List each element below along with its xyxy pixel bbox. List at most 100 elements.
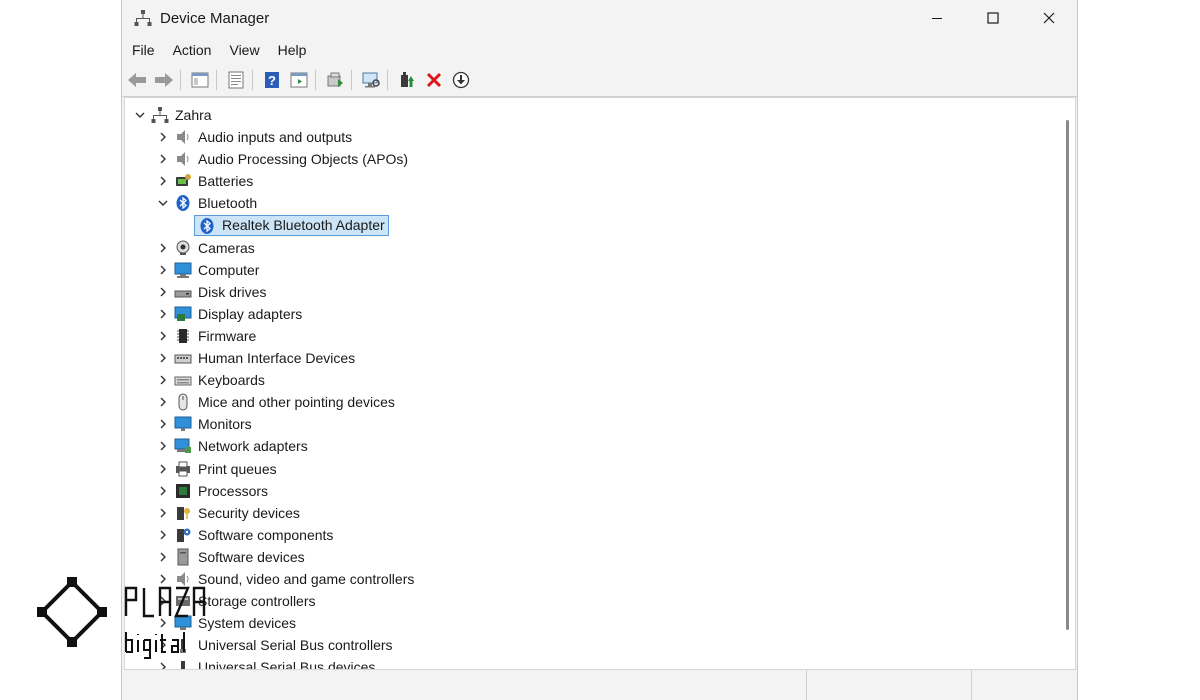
menu-help[interactable]: Help [270, 36, 315, 64]
toolbar-separator [252, 70, 253, 90]
tree-category-row[interactable]: Security devices [125, 502, 414, 524]
back-arrow-icon [128, 73, 146, 87]
tree-device-row[interactable]: Realtek Bluetooth Adapter [125, 214, 414, 237]
network-adapter-icon [174, 437, 192, 455]
expand-icon[interactable] [156, 550, 170, 564]
tree-category-row[interactable]: Print queues [125, 458, 414, 480]
download-driver-button[interactable] [449, 68, 473, 92]
expand-icon[interactable] [156, 241, 170, 255]
tree-category-label: Print queues [198, 460, 277, 477]
tree-category-row[interactable]: Audio inputs and outputs [125, 126, 414, 148]
selected-device-label[interactable]: Realtek Bluetooth Adapter [194, 214, 389, 237]
tree-category-row[interactable]: Software components [125, 524, 414, 546]
tree-category-row[interactable]: Disk drives [125, 281, 414, 303]
show-hide-console-tree-icon [191, 72, 209, 88]
tree-category-label: Keyboards [198, 372, 265, 389]
device-manager-app-icon [134, 10, 152, 26]
tree-category-label: Bluetooth [198, 195, 258, 212]
expand-icon[interactable] [156, 528, 170, 542]
tree-category-row[interactable]: Batteries [125, 170, 414, 192]
tree-category-label: Audio inputs and outputs [198, 129, 353, 146]
tree-category-label: Network adapters [198, 438, 308, 455]
close-button[interactable] [1021, 0, 1077, 36]
expand-icon[interactable] [156, 351, 170, 365]
tree-category-row[interactable]: Bluetooth [125, 192, 414, 214]
collapse-icon[interactable] [133, 108, 147, 122]
expand-icon[interactable] [156, 174, 170, 188]
expand-icon[interactable] [156, 373, 170, 387]
tree-category-label: Cameras [198, 239, 255, 256]
download-driver-icon [452, 71, 470, 89]
monitor-icon [174, 415, 192, 433]
toolbar-separator [351, 70, 352, 90]
update-driver-button[interactable] [323, 68, 347, 92]
back-button[interactable] [125, 68, 149, 92]
status-bar [122, 670, 1077, 700]
mouse-icon [174, 393, 192, 411]
display-adapter-icon [174, 305, 192, 323]
vertical-scrollbar[interactable] [1066, 120, 1069, 630]
title-bar[interactable]: Device Manager [122, 0, 1077, 36]
collapse-icon[interactable] [156, 196, 170, 210]
properties-button[interactable] [224, 68, 248, 92]
expand-icon[interactable] [156, 263, 170, 277]
expand-icon[interactable] [156, 307, 170, 321]
tree-category-row[interactable]: Keyboards [125, 369, 414, 391]
tree-category-row[interactable]: Computer [125, 259, 414, 281]
tree-root-label: Zahra [175, 107, 212, 124]
uninstall-device-icon [426, 72, 442, 88]
software-component-icon [174, 526, 192, 544]
enable-device-button[interactable] [395, 68, 419, 92]
tree-category-row[interactable]: Display adapters [125, 303, 414, 325]
tree-category-row[interactable]: Monitors [125, 413, 414, 435]
scan-hardware-changes-button[interactable] [359, 68, 383, 92]
tree-category-row[interactable]: Cameras [125, 237, 414, 259]
printer-icon [174, 460, 192, 478]
action-pane-icon [290, 72, 308, 88]
disk-drive-icon [174, 283, 192, 301]
show-hide-console-tree-button[interactable] [188, 68, 212, 92]
expand-icon[interactable] [156, 484, 170, 498]
close-icon [1043, 12, 1055, 24]
tree-category-row[interactable]: Software devices [125, 546, 414, 568]
toolbar-separator [387, 70, 388, 90]
tree-category-row[interactable]: Network adapters [125, 435, 414, 457]
tree-category-row[interactable]: Processors [125, 480, 414, 502]
device-manager-window: Device Manager File Action View Help ? Z… [121, 0, 1078, 700]
expand-icon[interactable] [156, 329, 170, 343]
minimize-icon [932, 18, 942, 19]
minimize-button[interactable] [909, 0, 965, 36]
menu-action[interactable]: Action [165, 36, 220, 64]
menu-file[interactable]: File [124, 36, 163, 64]
tree-category-row[interactable]: Audio Processing Objects (APOs) [125, 148, 414, 170]
tree-category-row[interactable]: Human Interface Devices [125, 347, 414, 369]
tree-category-label: Firmware [198, 327, 257, 344]
device-tree-pane[interactable]: Zahra Audio inputs and outputs Audio Proce… [124, 97, 1076, 670]
menu-bar: File Action View Help [122, 36, 1077, 64]
bluetooth-icon [198, 217, 216, 235]
tree-category-label: Disk drives [198, 283, 267, 300]
expand-icon[interactable] [156, 130, 170, 144]
action-pane-button[interactable] [287, 68, 311, 92]
tree-root-computer[interactable]: Zahra [125, 104, 414, 126]
forward-button[interactable] [152, 68, 176, 92]
help-button[interactable]: ? [260, 68, 284, 92]
expand-icon[interactable] [156, 152, 170, 166]
maximize-button[interactable] [965, 0, 1021, 36]
forward-arrow-icon [155, 73, 173, 87]
tree-category-row[interactable]: Firmware [125, 325, 414, 347]
tree-category-label: Universal Serial Bus devices [198, 659, 376, 670]
expand-icon[interactable] [156, 395, 170, 409]
tree-category-row[interactable]: Mice and other pointing devices [125, 391, 414, 413]
expand-icon[interactable] [156, 462, 170, 476]
menu-view[interactable]: View [221, 36, 267, 64]
battery-icon [174, 172, 192, 190]
expand-icon[interactable] [156, 439, 170, 453]
expand-icon[interactable] [156, 506, 170, 520]
expand-icon[interactable] [156, 285, 170, 299]
firmware-icon [174, 327, 192, 345]
expand-icon[interactable] [156, 417, 170, 431]
tree-category-label: Human Interface Devices [198, 350, 356, 367]
expand-icon[interactable] [156, 660, 170, 669]
uninstall-device-button[interactable] [422, 68, 446, 92]
